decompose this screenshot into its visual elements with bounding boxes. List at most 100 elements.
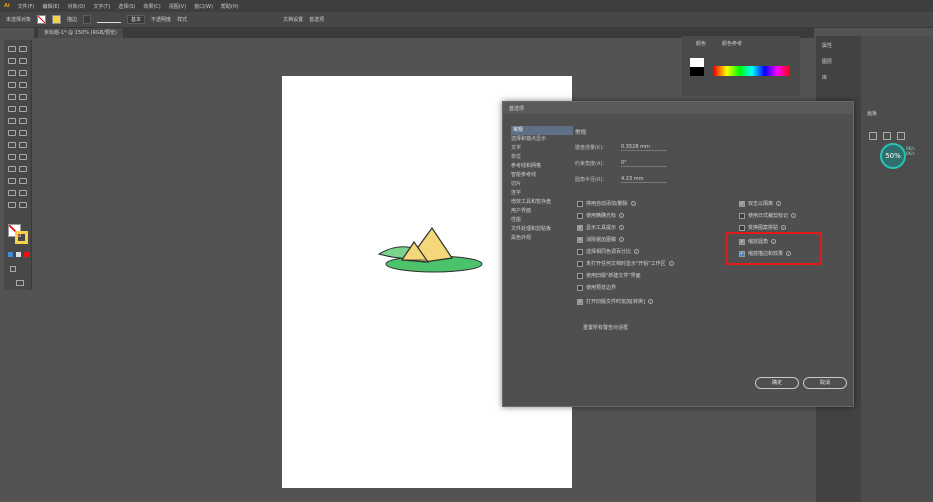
preferences-button[interactable]: 首选项 [309,16,324,23]
color-mode-icon[interactable] [8,252,13,257]
checkbox-append-converted[interactable]: ✓ 打开旧版文件时追加[转换] i [577,298,653,305]
pathfinder-icon[interactable] [897,132,905,140]
eyedropper-tool-icon[interactable] [8,166,16,172]
symbol-sprayer-tool-icon[interactable] [8,178,16,184]
checkbox-preview-bounds[interactable]: 使用预览边界 [577,284,616,291]
info-icon[interactable]: i [791,213,797,218]
stroke-weight-field[interactable] [83,15,92,24]
screen-mode-icon[interactable] [16,280,24,286]
info-icon[interactable]: i [630,201,636,206]
checkbox-show-tooltips[interactable]: ✓ 显示工具提示 i [577,224,625,231]
color-guide-tab[interactable]: 颜色参考 [722,40,742,47]
selection-tool-icon[interactable] [8,46,16,52]
nav-item-general[interactable]: 常规 [511,126,573,135]
checkbox-box[interactable] [577,212,583,219]
draw-mode-icon[interactable] [10,266,16,272]
stroke-swatch[interactable] [52,15,62,24]
reset-warnings-button[interactable]: 重置所有警告对话框 [583,324,628,331]
rotate-tool-icon[interactable] [8,118,16,124]
blend-tool-icon[interactable] [19,166,27,172]
line-tool-icon[interactable] [19,82,27,88]
constrain-angle-input[interactable]: 0° [621,160,667,167]
libraries-tab[interactable]: 库 [822,74,827,81]
nav-item-selection[interactable]: 选择和锚点显示 [511,135,573,144]
nav-item-smart-guides[interactable]: 智能参考线 [511,171,573,180]
shaper-tool-icon[interactable] [8,106,16,112]
checkbox-box-checked[interactable]: ✓ [577,236,583,243]
info-icon[interactable]: i [634,249,640,254]
curvature-tool-icon[interactable] [19,70,27,76]
checkbox-japanese-crop-marks[interactable]: 使用日式裁剪标记 i [739,212,797,219]
checkbox-transform-pattern[interactable]: 变换图案拼贴 i [739,224,787,231]
checkbox-legacy-new-file[interactable]: 使用旧版"新建文件"界面 [577,272,641,279]
none-mode-icon[interactable] [24,252,29,257]
document-setup-button[interactable]: 文档设置 [283,16,303,23]
gradient-tool-icon[interactable] [19,154,27,160]
mesh-tool-icon[interactable] [8,154,16,160]
menu-select[interactable]: 选择(S) [118,3,135,10]
checkbox-disable-auto-add[interactable]: 停用自动添加/删除 i [577,200,636,207]
info-icon[interactable]: i [776,201,782,206]
fill-swatch[interactable] [37,15,47,24]
ok-button[interactable]: 确定 [755,377,799,389]
pen-tool-icon[interactable] [8,70,16,76]
magic-wand-tool-icon[interactable] [8,58,16,64]
checkbox-box-checked[interactable]: ✓ [577,224,583,231]
menu-file[interactable]: 文件(F) [18,3,35,10]
checkbox-select-same-tint[interactable]: 选择相同色调百分比 i [577,248,640,255]
stroke-profile-preview[interactable] [97,17,122,23]
column-graph-tool-icon[interactable] [19,178,27,184]
info-icon[interactable]: i [619,213,625,218]
menu-effect[interactable]: 效果(C) [143,3,160,10]
rectangle-tool-icon[interactable] [8,94,16,100]
align-icon[interactable] [869,132,877,140]
keyboard-increment-input[interactable]: 0.3528 mm [621,144,667,151]
nav-item-file-handling[interactable]: 文件处理和剪贴板 [511,225,573,234]
scale-tool-icon[interactable] [19,118,27,124]
checkbox-box[interactable] [577,248,583,255]
opacity-label[interactable]: 不透明度 [151,16,171,23]
brush-style-dropdown[interactable]: 基本 [127,15,146,24]
transform-icon[interactable] [883,132,891,140]
nav-item-guides-grid[interactable]: 参考线和网格 [511,162,573,171]
color-spectrum[interactable] [714,66,790,76]
checkbox-box[interactable] [739,212,745,219]
info-icon[interactable]: i [668,261,674,266]
checkbox-box[interactable] [577,284,583,291]
checkbox-precise-cursors[interactable]: 使用精确光标 i [577,212,625,219]
checkbox-box[interactable] [577,272,583,279]
checkbox-box-checked[interactable]: ✓ [739,200,745,207]
nav-item-hyphenation[interactable]: 连字 [511,189,573,198]
checkbox-double-click-isolate[interactable]: ✓ 双击以隔离 i [739,200,782,207]
color-panel-title[interactable]: 颜色 [696,40,706,47]
info-icon[interactable]: i [619,225,625,230]
width-tool-icon[interactable] [8,130,16,136]
properties-tab[interactable]: 属性 [822,42,832,49]
network-speed-widget[interactable]: 50% [880,143,906,169]
style-label[interactable]: 样式 [177,16,187,23]
free-transform-tool-icon[interactable] [19,130,27,136]
zoom-tool-icon[interactable] [19,202,27,208]
info-icon[interactable]: i [619,237,625,242]
menu-help[interactable]: 帮助(H) [221,3,239,10]
checkbox-box[interactable] [739,224,745,231]
shape-builder-tool-icon[interactable] [8,142,16,148]
lasso-tool-icon[interactable] [19,58,27,64]
type-tool-icon[interactable] [8,82,16,88]
artboards-tab[interactable]: 画板 [867,110,877,117]
black-white-swatch[interactable] [690,58,704,76]
corner-radius-input[interactable]: 4.23 mm [621,176,667,183]
paintbrush-tool-icon[interactable] [19,94,27,100]
menu-view[interactable]: 视图(V) [169,3,186,10]
document-tab[interactable]: 未标题-1* @ 150% (RGB/预览) [38,28,123,38]
nav-item-performance[interactable]: 性能 [511,216,573,225]
menu-edit[interactable]: 编辑(E) [42,3,59,10]
gradient-mode-icon[interactable] [16,252,21,257]
nav-item-type[interactable]: 文字 [511,144,573,153]
menu-window[interactable]: 窗口(W) [194,3,213,10]
info-icon[interactable]: i [647,299,653,304]
checkbox-antialiased-artwork[interactable]: ✓ 消除锯齿图稿 i [577,236,625,243]
nav-item-black-appearance[interactable]: 黑色外观 [511,234,573,243]
checkbox-show-start-workspace[interactable]: 未打开任何文档时显示"开始"工作区 i [577,260,674,267]
nav-item-slices[interactable]: 切片 [511,180,573,189]
